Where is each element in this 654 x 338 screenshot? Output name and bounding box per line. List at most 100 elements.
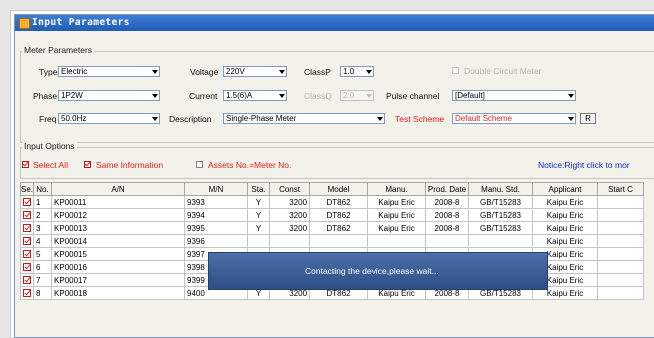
pulse-channel-label: Pulse channel: [386, 91, 440, 101]
classp-select[interactable]: 1.0: [340, 66, 374, 77]
column-header[interactable]: No.: [33, 182, 53, 196]
classp-label: ClassP: [304, 67, 331, 77]
current-select[interactable]: 1.5(6)A: [223, 90, 287, 101]
current-label: Current: [189, 91, 218, 101]
row-select-cell[interactable]: [19, 273, 35, 287]
r-button[interactable]: R: [580, 113, 596, 124]
row-select-cell[interactable]: [19, 286, 35, 300]
double-circuit-checkbox[interactable]: [452, 67, 459, 74]
cell-mn: 9396: [184, 234, 249, 248]
table-row[interactable]: 1 KP00011 9393 Y 3200 DT862 Kaipu Eric 2008-8 GB…: [19, 195, 645, 209]
cell-an: KP00011: [51, 195, 186, 209]
cell-start-c: [597, 286, 645, 300]
column-header[interactable]: M/N: [184, 182, 249, 196]
table-row[interactable]: 3 KP00013 9395 Y 3200 DT862 Kaipu Eric 2008-8 GB…: [19, 221, 645, 235]
cell-start-c: [597, 234, 645, 248]
classq-select[interactable]: 2.0: [340, 90, 374, 101]
cell-std: GB/T15283: [468, 221, 534, 235]
column-header[interactable]: Sta.: [247, 182, 271, 196]
column-header[interactable]: Prod. Date: [425, 182, 470, 196]
column-header[interactable]: Const: [269, 182, 311, 196]
test-scheme-select[interactable]: Default Scheme: [452, 113, 576, 124]
app-icon: [19, 18, 30, 29]
cell-no: 6: [33, 260, 53, 274]
cell-std: GB/T15283: [468, 195, 534, 209]
column-header[interactable]: Start C: [597, 182, 645, 196]
cell-no: 8: [33, 286, 53, 300]
cell-start-c: [597, 208, 645, 222]
cell-app: Kaipu Eric: [532, 234, 599, 248]
cell-start-c: [597, 221, 645, 235]
cell-model: DT862: [309, 221, 369, 235]
cell-mn: 9394: [184, 208, 249, 222]
row-checkbox[interactable]: [23, 224, 31, 233]
table-row[interactable]: 2 KP00012 9394 Y 3200 DT862 Kaipu Eric 2008-8 GB…: [19, 208, 645, 222]
cell-no: 3: [33, 221, 53, 235]
row-checkbox[interactable]: [23, 211, 31, 220]
table-row[interactable]: 4 KP00014 9396 Kaipu Eric: [19, 234, 645, 248]
row-checkbox[interactable]: [23, 250, 31, 259]
cell-const: 3200: [269, 195, 311, 209]
same-information-checkbox[interactable]: [84, 161, 91, 168]
column-header[interactable]: Applicant: [532, 182, 599, 196]
row-checkbox[interactable]: [23, 198, 31, 207]
progress-message: Contacting the device,please wait...: [305, 266, 439, 276]
classq-label: ClassQ: [304, 91, 332, 101]
phase-label: Phase: [33, 91, 58, 101]
assets-eq-meter-checkbox[interactable]: [196, 161, 203, 168]
column-header[interactable]: Se.: [19, 182, 35, 196]
column-header[interactable]: Manu. Std.: [468, 182, 534, 196]
pulse-channel-select[interactable]: [Default]: [452, 90, 576, 101]
chevron-down-icon: [363, 67, 373, 76]
cell-no: 2: [33, 208, 53, 222]
assets-eq-meter-label: Assets No.=Meter No.: [208, 160, 292, 170]
chevron-down-icon: [565, 91, 575, 100]
row-checkbox[interactable]: [23, 263, 31, 272]
select-all-checkbox[interactable]: [22, 161, 29, 168]
column-header[interactable]: Model: [309, 182, 369, 196]
freq-select[interactable]: 50.0Hz: [58, 113, 160, 124]
double-circuit-label: Double Circuit Meter: [464, 66, 542, 76]
chevron-down-icon: [374, 114, 384, 123]
row-select-cell[interactable]: [19, 208, 35, 222]
voltage-label: Voltage: [190, 67, 219, 77]
chevron-down-icon: [276, 91, 286, 100]
description-select[interactable]: Single-Phase Meter: [223, 113, 385, 124]
cell-start-c: [597, 247, 645, 261]
phase-select[interactable]: 1P2W: [58, 90, 160, 101]
row-select-cell[interactable]: [19, 221, 35, 235]
row-select-cell[interactable]: [19, 260, 35, 274]
cell-const: [269, 234, 311, 248]
cell-an: KP00014: [51, 234, 186, 248]
chevron-down-icon: [149, 67, 159, 76]
row-select-cell[interactable]: [19, 195, 35, 209]
row-select-cell[interactable]: [19, 234, 35, 248]
test-scheme-label: Test Scheme: [395, 114, 445, 124]
column-header[interactable]: Manu.: [367, 182, 427, 196]
row-checkbox[interactable]: [23, 289, 31, 298]
cell-sta: Y: [247, 221, 271, 235]
cell-date: 2008-8: [425, 221, 470, 235]
column-header[interactable]: A/N: [51, 182, 186, 196]
cell-std: [468, 234, 534, 248]
cell-sta: [247, 234, 271, 248]
cell-an: KP00013: [51, 221, 186, 235]
voltage-select[interactable]: 220V: [223, 66, 287, 77]
cell-date: 2008-8: [425, 208, 470, 222]
cell-app: Kaipu Eric: [532, 208, 599, 222]
cell-an: KP00015: [51, 247, 186, 261]
row-select-cell[interactable]: [19, 247, 35, 261]
row-checkbox[interactable]: [23, 276, 31, 285]
cell-an: KP00012: [51, 208, 186, 222]
cell-start-c: [597, 195, 645, 209]
type-select[interactable]: Electric: [58, 66, 160, 77]
window-title: Input Parameters: [32, 17, 130, 28]
cell-an: KP00016: [51, 260, 186, 274]
notice-text: Notice:Right click to mor: [538, 160, 630, 170]
row-checkbox[interactable]: [23, 237, 31, 246]
title-bar[interactable]: Input Parameters: [15, 15, 654, 31]
table-header: Se. No. A/N M/N Sta. Const Model Manu. Prod. Dat…: [19, 182, 645, 196]
chevron-down-icon: [565, 114, 575, 123]
meter-parameters-legend: Meter Parameters: [22, 45, 95, 55]
cell-manu: [367, 234, 427, 248]
